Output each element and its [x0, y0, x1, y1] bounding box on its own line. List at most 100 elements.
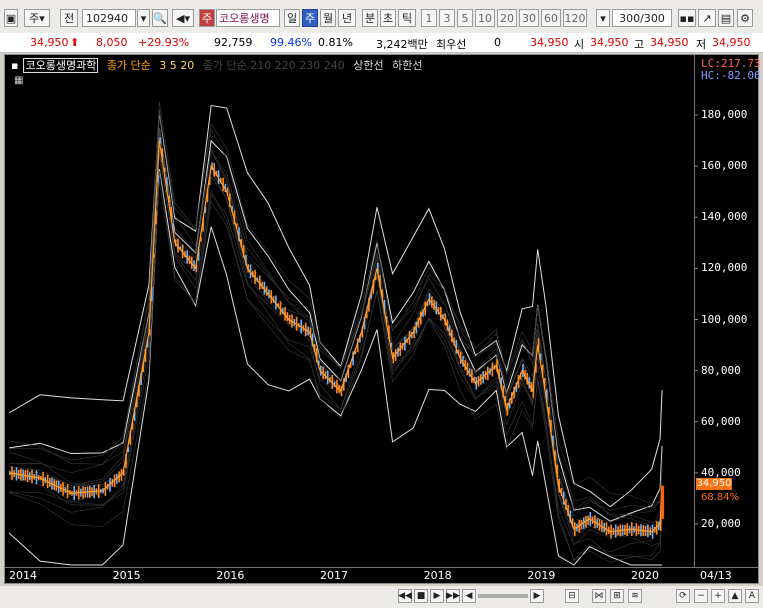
- y-axis-line: [694, 55, 695, 567]
- code-dropdown-icon[interactable]: ▾: [137, 9, 150, 27]
- quote-amount: 3,242백만: [376, 38, 428, 51]
- rewind-button[interactable]: ◀◀: [398, 589, 412, 603]
- y-tick-label: 100,000: [701, 312, 748, 326]
- count-input[interactable]: 300/300: [612, 9, 672, 27]
- play-button[interactable]: ▶: [430, 589, 444, 603]
- quote-open-label: 시: [574, 38, 585, 51]
- x-tick-label: 2018: [423, 569, 452, 582]
- period-tick[interactable]: 틱: [398, 9, 416, 27]
- quote-price: 34,950: [30, 36, 69, 49]
- period-year[interactable]: 년: [338, 9, 356, 27]
- ma-long: [8, 128, 663, 522]
- period-day[interactable]: 일: [284, 9, 300, 27]
- up-icon[interactable]: ▲: [728, 589, 742, 603]
- quote-pref-val: 0: [494, 36, 501, 49]
- stock-type-badge: 주: [199, 9, 215, 27]
- plus-icon[interactable]: +: [711, 589, 725, 603]
- period-minute[interactable]: 분: [362, 9, 378, 27]
- grid-icon[interactable]: ▦: [14, 75, 23, 86]
- interval-1[interactable]: 1: [421, 9, 437, 27]
- interval-30[interactable]: 30: [519, 9, 539, 27]
- legend-upper[interactable]: 상한선: [353, 59, 383, 72]
- speaker-icon[interactable]: ◀▾: [172, 9, 194, 27]
- legend-ma2[interactable]: 종가 단순 210 220 230 240: [203, 59, 345, 72]
- x-axis-line: [5, 567, 758, 568]
- x-tick-label: 04/13: [700, 569, 732, 582]
- chart-icon[interactable]: ▣: [4, 9, 18, 27]
- stop-button[interactable]: ■: [414, 589, 428, 603]
- quote-volume: 92,759: [214, 36, 253, 49]
- y-tick-label: 140,000: [701, 210, 748, 224]
- legend-lower[interactable]: 하한선: [392, 59, 422, 72]
- hc-label: HC:-82.06: [701, 69, 761, 82]
- scroll-track[interactable]: [478, 594, 528, 598]
- x-tick-label: 2017: [320, 569, 348, 582]
- last-candle: [661, 485, 665, 519]
- ffwd-button[interactable]: ▶▶: [446, 589, 460, 603]
- zoom-slider-icon[interactable]: ⊟: [565, 589, 579, 603]
- search-icon[interactable]: 🔍: [152, 9, 168, 27]
- y-tick-label: 120,000: [701, 261, 748, 275]
- legend-ma-periods[interactable]: 3 5 20: [159, 59, 194, 72]
- price-line: [8, 140, 663, 533]
- last-price-badge: 34,950: [696, 478, 732, 490]
- indicator-icon[interactable]: ▪▪: [678, 9, 696, 27]
- quote-bar: 34,950 ⬆ 8,050 +29.93% 92,759 99.46% 0.8…: [0, 33, 763, 53]
- chart-legend: ▪ 코오롱생명과학 종가 단순 3 5 20 종가 단순 210 220 230 …: [11, 57, 428, 73]
- pattern-icon[interactable]: ≋: [628, 589, 642, 603]
- quote-turnover: 0.81%: [318, 36, 353, 49]
- scroll-left-icon[interactable]: ◀: [462, 589, 476, 603]
- quote-low: 34,950: [712, 36, 751, 49]
- legend-stock-name[interactable]: 코오롱생명과학: [23, 58, 99, 73]
- y-tick-label: 80,000: [701, 363, 741, 377]
- legend-ma[interactable]: 종가 단순: [107, 59, 151, 72]
- period-second[interactable]: 초: [380, 9, 396, 27]
- quote-low-label: 저: [696, 38, 707, 51]
- market-select[interactable]: 주 ▾: [24, 9, 50, 27]
- count-dropdown-icon[interactable]: ▾: [596, 9, 610, 27]
- long-ma-line: [8, 153, 663, 517]
- band-lower: [8, 169, 663, 566]
- up-arrow-icon: ⬆: [70, 36, 80, 49]
- quote-high-label: 고: [634, 38, 645, 51]
- interval-60[interactable]: 60: [541, 9, 561, 27]
- quote-high: 34,950: [650, 36, 689, 49]
- x-tick-label: 2019: [527, 569, 556, 582]
- bottom-bar: ◀◀ ■ ▶ ▶▶ ◀ ▶ ⊟ ⋈ ⊞ ≋ ⟳ − + ▲ A: [0, 586, 763, 608]
- period-month[interactable]: 월: [320, 9, 336, 27]
- legend-marker: ▪: [11, 59, 19, 72]
- compress-icon[interactable]: ⋈: [592, 589, 606, 603]
- save-icon[interactable]: ▤: [718, 9, 734, 27]
- x-tick-label: 2015: [112, 569, 141, 582]
- band-upper: [8, 104, 663, 508]
- quote-change: 8,050: [96, 36, 128, 49]
- x-tick-label: 2014: [9, 569, 37, 582]
- quote-change-pct: +29.93%: [138, 36, 190, 49]
- interval-20[interactable]: 20: [497, 9, 517, 27]
- trend-icon[interactable]: ↗: [698, 9, 716, 27]
- font-icon[interactable]: A: [745, 589, 759, 603]
- minus-icon[interactable]: −: [694, 589, 708, 603]
- interval-120[interactable]: 120: [563, 9, 587, 27]
- interval-10[interactable]: 10: [475, 9, 495, 27]
- scroll-right-icon[interactable]: ▶: [530, 589, 544, 603]
- market2-button[interactable]: 전: [60, 9, 78, 27]
- period-week[interactable]: 주: [302, 9, 318, 27]
- gear-icon[interactable]: ⚙: [737, 9, 753, 27]
- interval-3[interactable]: 3: [439, 9, 455, 27]
- quote-last: 34,950: [530, 36, 569, 49]
- expand-icon[interactable]: ⊞: [610, 589, 624, 603]
- reset-icon[interactable]: ⟳: [676, 589, 690, 603]
- stock-name[interactable]: 코오롱생명: [216, 9, 280, 27]
- quote-vol-ratio: 99.46%: [270, 36, 312, 49]
- chart-svg: [8, 101, 698, 566]
- y-tick-label: 20,000: [701, 517, 741, 530]
- x-tick-label: 2016: [216, 569, 245, 582]
- long-ma-line: [8, 141, 663, 523]
- code-input[interactable]: 102940: [82, 9, 136, 27]
- x-tick-label: 2020: [631, 569, 659, 582]
- interval-5[interactable]: 5: [457, 9, 473, 27]
- quote-pref-label: 최우선: [436, 38, 467, 51]
- y-tick-label: 60,000: [701, 414, 741, 428]
- chart-area[interactable]: ▪ 코오롱생명과학 종가 단순 3 5 20 종가 단순 210 220 230 …: [4, 54, 761, 584]
